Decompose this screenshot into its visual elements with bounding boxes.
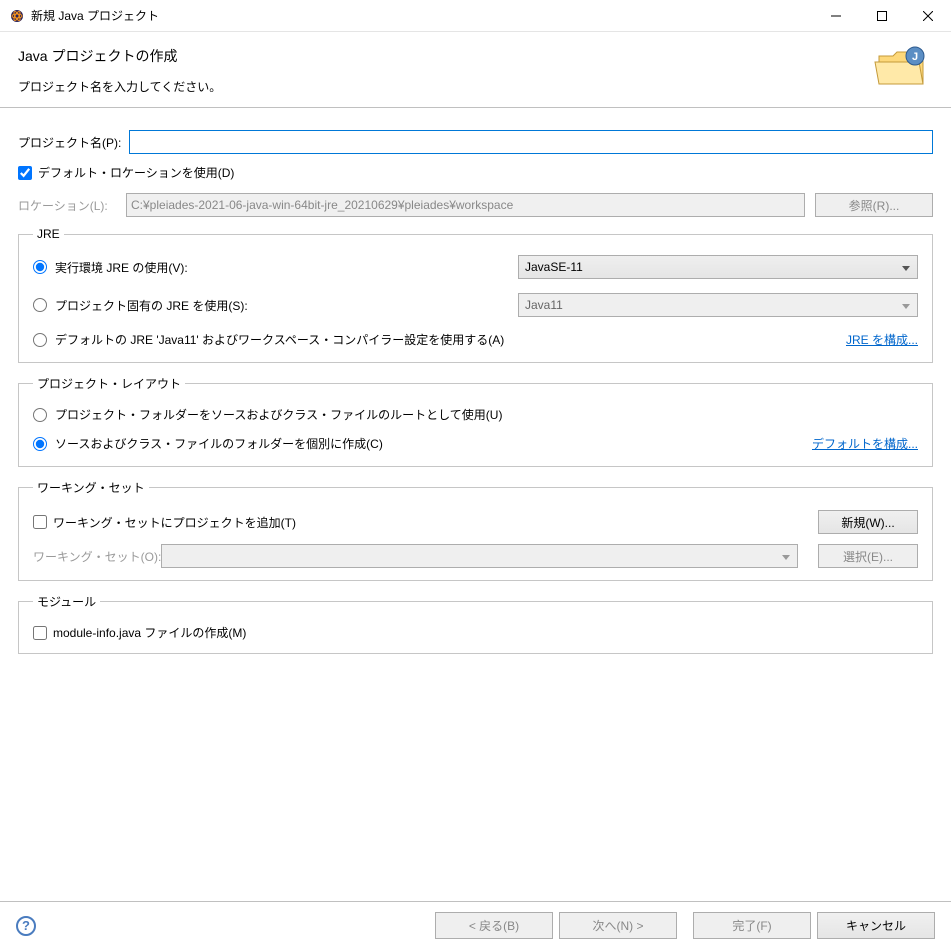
use-default-location-label: デフォルト・ロケーションを使用(D) [38,164,234,181]
workingset-add-label: ワーキング・セットにプロジェクトを追加(T) [53,514,818,531]
layout-group: プロジェクト・レイアウト プロジェクト・フォルダーをソースおよびクラス・ファイル… [18,375,933,467]
wizard-title: Java プロジェクトの作成 [18,46,863,66]
layout-separate-label: ソースおよびクラス・ファイルのフォルダーを個別に作成(C) [55,435,812,452]
wizard-subtitle: プロジェクト名を入力してください。 [18,78,863,95]
module-group: モジュール module-info.java ファイルの作成(M) [18,593,933,654]
minimize-button[interactable] [813,0,859,32]
jre-env-label: 実行環境 JRE の使用(V): [55,259,518,276]
wizard-content: プロジェクト名(P): デフォルト・ロケーションを使用(D) ロケーション(L)… [0,108,951,676]
workingset-select-button: 選択(E)... [818,544,918,568]
use-default-location-checkbox[interactable] [18,166,32,180]
project-name-label: プロジェクト名(P): [18,134,121,151]
folder-java-icon: J [873,42,933,92]
jre-project-radio[interactable] [33,298,47,312]
jre-default-label: デフォルトの JRE 'Java11' およびワークスペース・コンパイラー設定を… [55,331,846,348]
workingset-legend: ワーキング・セット [33,479,149,496]
workingset-group: ワーキング・セット ワーキング・セットにプロジェクトを追加(T) 新規(W)..… [18,479,933,581]
svg-text:J: J [912,51,918,63]
jre-project-select: Java11 [518,293,918,317]
close-button[interactable] [905,0,951,32]
back-button: < 戻る(B) [435,912,553,939]
window-title: 新規 Java プロジェクト [31,7,813,24]
finish-button: 完了(F) [693,912,811,939]
maximize-button[interactable] [859,0,905,32]
browse-button: 参照(R)... [815,193,933,217]
jre-legend: JRE [33,227,64,241]
location-label: ロケーション(L): [18,197,118,214]
next-button: 次へ(N) > [559,912,677,939]
jre-group: JRE 実行環境 JRE の使用(V): JavaSE-11 プロジェクト固有の… [18,227,933,363]
cancel-button[interactable]: キャンセル [817,912,935,939]
eclipse-icon [9,8,25,24]
titlebar: 新規 Java プロジェクト [0,0,951,32]
layout-root-label: プロジェクト・フォルダーをソースおよびクラス・ファイルのルートとして使用(U) [55,406,918,423]
workingset-new-button[interactable]: 新規(W)... [818,510,918,534]
layout-legend: プロジェクト・レイアウト [33,375,185,392]
jre-project-label: プロジェクト固有の JRE を使用(S): [55,297,518,314]
wizard-footer: ? < 戻る(B) 次へ(N) > 完了(F) キャンセル [0,901,951,949]
workingset-select [161,544,798,568]
jre-env-radio[interactable] [33,260,47,274]
wizard-header: Java プロジェクトの作成 プロジェクト名を入力してください。 J [0,32,951,107]
layout-separate-radio[interactable] [33,437,47,451]
jre-configure-link[interactable]: JRE を構成... [846,331,918,348]
help-icon[interactable]: ? [16,916,36,936]
workingset-label: ワーキング・セット(O): [33,548,153,565]
layout-configure-link[interactable]: デフォルトを構成... [812,435,918,452]
jre-env-select[interactable]: JavaSE-11 [518,255,918,279]
layout-root-radio[interactable] [33,408,47,422]
module-create-checkbox[interactable] [33,626,47,640]
location-input [126,193,805,217]
workingset-add-checkbox[interactable] [33,515,47,529]
project-name-input[interactable] [129,130,933,154]
jre-default-radio[interactable] [33,333,47,347]
module-create-label: module-info.java ファイルの作成(M) [53,624,246,641]
module-legend: モジュール [33,593,100,610]
